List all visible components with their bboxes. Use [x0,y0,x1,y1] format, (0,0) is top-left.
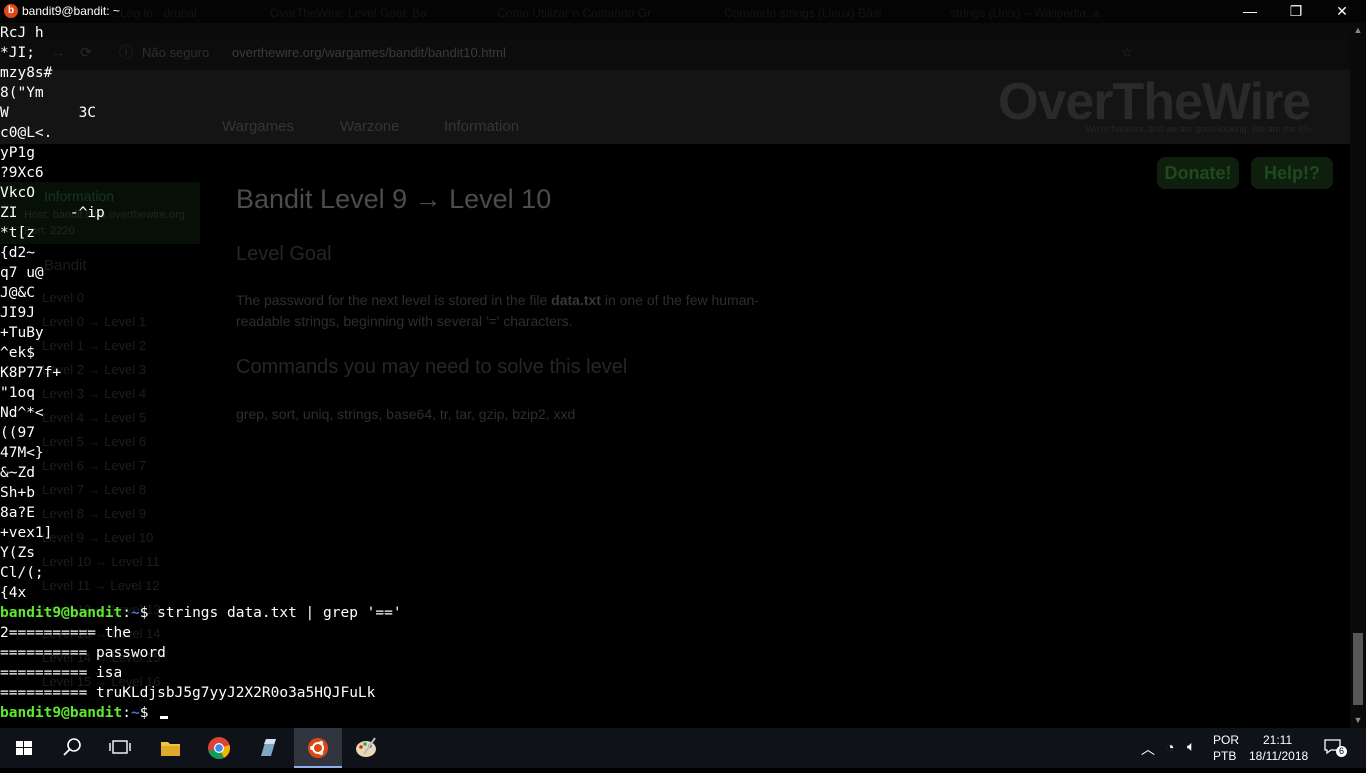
terminal-result-line: 2========== the [0,625,131,641]
terminal-prompt-line[interactable]: bandit9@bandit:~$ [0,703,169,723]
terminal-output-line: 8("Ym [0,85,44,101]
restore-button[interactable]: ❐ [1273,0,1319,23]
terminal-prompt-line: bandit9@bandit:~$ strings data.txt | gre… [0,603,402,623]
prompt-path: ~ [130,605,140,621]
prompt-user: bandit9@bandit [0,705,123,721]
terminal-output-line: W 3C [0,105,97,121]
search-icon [63,738,81,756]
terminal-output-line: {d2~ [0,245,35,261]
terminal-scrollbar[interactable]: ▲ ▼ [1350,23,1366,728]
task-view-button[interactable] [96,728,144,768]
terminal-output-line: yP1g [0,145,35,161]
keyboard-layout-indicator[interactable]: PTB [1213,749,1236,763]
paint-palette-icon [356,737,376,757]
clock-time[interactable]: 21:11 [1263,733,1292,747]
notification-count-badge: 6 [1336,746,1347,757]
scroll-up-icon[interactable]: ▲ [1350,23,1366,37]
terminal-output-line: Nd^*< [0,405,44,421]
ubuntu-icon: b [4,4,18,18]
folder-icon [161,742,180,756]
terminal-output-line: c0@L<. [0,125,53,141]
terminal-output-line: Sh+b [0,485,35,501]
taskbar-chrome[interactable] [195,728,243,768]
terminal-output-line: K8P77f+ [0,365,62,381]
language-indicator[interactable]: POR [1213,733,1239,747]
volume-icon[interactable]: 🔈︎ [1187,738,1195,755]
terminal-output-line: 8a?E [0,505,35,521]
prompt-user: bandit9@bandit [0,605,123,621]
start-button[interactable] [0,728,48,768]
close-button[interactable]: ✕ [1319,0,1365,23]
terminal-result-line: ========== isa [0,665,123,681]
terminal-output-line: J@&C [0,285,35,301]
taskbar-file-explorer[interactable] [146,728,194,768]
terminal-output-line: ?9Xc6 [0,165,44,181]
terminal-output-line: mzy8s# [0,65,53,81]
terminal-output-line: q7 u@ [0,265,44,281]
terminal-output-line: +vex1] [0,525,53,541]
terminal-result-line: ========== truKLdjsbJ5g7yyJ2X2R0o3a5HQJF… [0,685,376,701]
scrollbar-thumb[interactable] [1353,633,1363,705]
terminal-result-line: ========== password [0,645,166,661]
window-titlebar[interactable]: b bandit9@bandit: ~ — ❐ ✕ [0,0,1366,23]
terminal-output-line: VkcO [0,185,35,201]
window-title: bandit9@bandit: ~ [22,4,120,18]
terminal-command: strings data.txt | grep '==' [157,605,402,621]
minimize-button[interactable]: — [1227,0,1273,23]
scroll-down-icon[interactable]: ▼ [1350,713,1366,727]
taskbar-paint[interactable] [342,728,390,768]
task-view-icon [109,740,131,754]
terminal-output-line: +TuBy [0,325,44,341]
windows-taskbar: ︿ ◔ 🔈︎ POR PTB 21:11 18/11/2018 6 [0,728,1366,768]
prompt-separator: : [122,605,131,621]
terminal-output[interactable]: RcJ h *JI; mzy8s# 8("Ym W 3C c0@L<. yP1g ?9Xc6 V… [0,23,1350,728]
terminal-output-line: Cl/(; [0,565,44,581]
terminal-output-line: ^ek$ [0,345,35,361]
terminal-output-line: &~Zd [0,465,35,481]
terminal-output-line: {4x [0,585,27,601]
terminal-output-line: Y(Zs [0,545,35,561]
terminal-output-line: *t[z [0,225,35,241]
clock-date[interactable]: 18/11/2018 [1249,749,1308,763]
terminal-output-line: 47M<} [0,445,44,461]
prompt-separator: : [122,705,131,721]
terminal-output-line: ZI -^ip [0,205,105,221]
terminal-output-line: "1oq [0,385,35,401]
network-icon[interactable]: ◔ [1166,739,1174,755]
search-button[interactable] [48,728,96,768]
show-hidden-icons[interactable]: ︿ [1141,739,1155,759]
ubuntu-icon [308,738,328,758]
terminal-cursor[interactable] [160,716,169,719]
taskbar-app[interactable] [244,728,292,768]
prompt-path: ~ [130,705,140,721]
app-icon [261,739,276,756]
windows-logo-icon [16,741,32,755]
terminal-output-line: RcJ h [0,25,44,41]
terminal-output-line: ((97 [0,425,35,441]
terminal-output-line: JI9J [0,305,35,321]
taskbar-ubuntu-terminal[interactable] [294,728,342,768]
chrome-icon [208,737,231,759]
terminal-output-line: *JI; [0,45,35,61]
